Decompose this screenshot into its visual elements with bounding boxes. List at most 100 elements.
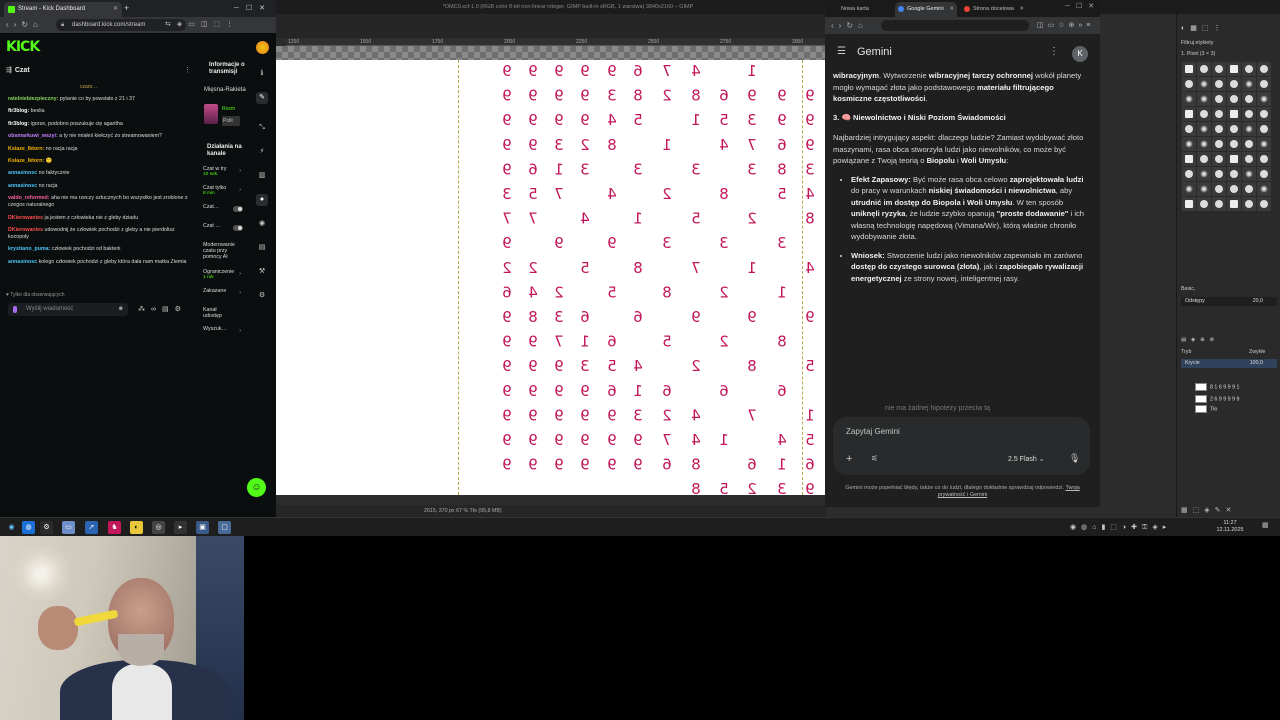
brush-swatch[interactable] xyxy=(1182,197,1196,211)
extension-icons[interactable]: ⇆◈▭◫⬚⋮ xyxy=(165,19,239,31)
image-canvas[interactable]: 9999967419999382869999999451539999328147… xyxy=(276,60,826,495)
brush-swatch[interactable] xyxy=(1212,62,1226,76)
chat-username[interactable]: DKierowanies xyxy=(8,227,43,233)
chat-username[interactable]: obsmarkuwi_wszyi: xyxy=(8,133,58,139)
new-tab-button[interactable]: + xyxy=(124,2,129,15)
tools-icon[interactable]: ⚟ xyxy=(871,454,878,463)
chat-more-icon[interactable]: ⋮ xyxy=(184,66,191,74)
app-icon[interactable]: ◐ xyxy=(130,521,143,534)
brush-swatch[interactable] xyxy=(1197,137,1211,151)
model-selector[interactable]: 2.5 Flash ⌄ xyxy=(1008,455,1045,463)
menu-icon[interactable]: ☰ xyxy=(837,46,846,57)
brush-swatch[interactable] xyxy=(1227,197,1241,211)
brush-swatch[interactable] xyxy=(1227,92,1241,106)
tab-landing[interactable]: Strona docelowa ✕ xyxy=(961,2,1027,17)
window-controls[interactable]: ─☐✕ xyxy=(234,2,272,15)
dock-bottom-icons[interactable]: ▦⬚◈✎✕ xyxy=(1181,506,1236,514)
brush-swatch[interactable] xyxy=(1227,182,1241,196)
brush-swatch[interactable] xyxy=(1182,137,1196,151)
file-manager-icon[interactable]: ▭ xyxy=(62,521,75,534)
channel-action[interactable]: Moderowanie czatu przy pomocy AI xyxy=(203,242,247,264)
gimp-icon[interactable]: ♞ xyxy=(108,521,121,534)
channel-action[interactable]: Zakazane › xyxy=(203,288,247,302)
window-icon[interactable]: ▢ xyxy=(218,521,231,534)
expand-icon[interactable]: ⤡ xyxy=(256,122,268,134)
brush-swatch[interactable] xyxy=(1197,62,1211,76)
channel-action[interactable]: Kanał udostęp xyxy=(203,307,247,321)
clock[interactable]: 11:27 12.11.2025 xyxy=(1210,520,1250,534)
brush-swatch[interactable] xyxy=(1257,62,1271,76)
chat-tool-icons[interactable]: ⁂∞▤⚙ xyxy=(138,303,187,316)
channel-action[interactable]: Czat tylko 8 min › xyxy=(203,185,247,199)
brush-swatch[interactable] xyxy=(1212,182,1226,196)
brush-swatch[interactable] xyxy=(1257,197,1271,211)
close-tab-icon[interactable]: ✕ xyxy=(949,2,954,17)
account-avatar[interactable]: K xyxy=(1072,46,1088,62)
brush-swatch[interactable] xyxy=(1257,122,1271,136)
user-avatar[interactable] xyxy=(256,41,269,54)
show-desktop-icon[interactable]: ▦ xyxy=(1262,521,1269,529)
chat-username[interactable]: fir3blog: xyxy=(8,121,29,127)
brush-swatch[interactable] xyxy=(1242,62,1256,76)
brush-swatch[interactable] xyxy=(1257,167,1271,181)
brush-swatch[interactable] xyxy=(1227,62,1241,76)
terminal-icon[interactable]: ▸ xyxy=(174,521,187,534)
chrome-url-field[interactable] xyxy=(881,20,1029,31)
brush-swatch[interactable] xyxy=(1212,152,1226,166)
add-icon[interactable]: + xyxy=(846,453,852,465)
brush-swatch[interactable] xyxy=(1197,167,1211,181)
edit-icon[interactable]: ✎ xyxy=(256,92,268,104)
stream-thumbnail[interactable] xyxy=(204,104,218,124)
chat-username[interactable]: fir3blog: xyxy=(8,108,29,114)
broadcast-icon[interactable]: ◉ xyxy=(256,218,268,230)
kick-tab[interactable]: Stream - Kick Dashboard ✕ xyxy=(4,2,122,17)
brush-swatch[interactable] xyxy=(1242,182,1256,196)
spacing-field[interactable]: Odstępy 20,0 xyxy=(1181,297,1277,306)
channel-action[interactable]: Czat … xyxy=(203,223,247,237)
brush-swatch[interactable] xyxy=(1227,152,1241,166)
chat-username[interactable]: DKierowanies xyxy=(8,215,43,221)
channel-action[interactable]: Czat… xyxy=(203,204,247,218)
brush-swatch[interactable] xyxy=(1242,152,1256,166)
chat-bubble-icon[interactable]: ● xyxy=(256,194,268,206)
mode-value[interactable]: Zwykłe xyxy=(1249,349,1265,355)
brush-swatch[interactable] xyxy=(1182,167,1196,181)
brush-swatch[interactable] xyxy=(1182,92,1196,106)
chat-username[interactable]: Ksiaze_Iktorn: xyxy=(8,146,44,152)
start-menu-icon[interactable]: ◉ xyxy=(5,521,18,534)
nav-buttons[interactable]: ‹›↻⌂ xyxy=(6,19,43,31)
toggle-switch[interactable] xyxy=(233,206,243,212)
brush-swatch[interactable] xyxy=(1227,167,1241,181)
chat-username[interactable]: annasinosc xyxy=(8,183,37,189)
nav-buttons[interactable]: ‹›↻⌂ xyxy=(831,20,868,31)
brush-swatch[interactable] xyxy=(1257,137,1271,151)
brush-swatch[interactable] xyxy=(1212,167,1226,181)
brush-swatch[interactable] xyxy=(1182,77,1196,91)
brush-swatch[interactable] xyxy=(1257,152,1271,166)
kick-logo[interactable]: KICK xyxy=(6,39,40,55)
brush-swatch[interactable] xyxy=(1242,137,1256,151)
brush-swatch[interactable] xyxy=(1212,107,1226,121)
brush-swatch[interactable] xyxy=(1182,152,1196,166)
close-tab-icon[interactable]: ✕ xyxy=(113,2,118,17)
brush-filter[interactable]: Filtruj etykiety xyxy=(1181,40,1213,46)
brush-swatch[interactable] xyxy=(1197,107,1211,121)
channel-action[interactable]: Wyszuk… › xyxy=(203,326,247,340)
brush-grid[interactable] xyxy=(1182,62,1274,212)
brush-swatch[interactable] xyxy=(1197,92,1211,106)
extension-icons[interactable]: ◫▭☆⊕»≡ xyxy=(1037,20,1094,31)
channel-action[interactable]: Ograniczenie 1 rok › xyxy=(203,269,247,283)
brush-swatch[interactable] xyxy=(1242,122,1256,136)
obs-icon[interactable]: ◎ xyxy=(152,521,165,534)
chat-username[interactable]: krystiano_puma: xyxy=(8,246,50,252)
chat-username[interactable]: Ksiaze_Iktorn: xyxy=(8,158,44,164)
brush-swatch[interactable] xyxy=(1197,77,1211,91)
tab-gemini[interactable]: Google Gemini ✕ xyxy=(895,2,957,17)
brush-swatch[interactable] xyxy=(1197,182,1211,196)
chat-username[interactable]: annasinosc xyxy=(8,259,37,265)
brush-swatch[interactable] xyxy=(1212,122,1226,136)
brush-swatch[interactable] xyxy=(1182,122,1196,136)
brush-swatch[interactable] xyxy=(1212,137,1226,151)
more-options-icon[interactable]: ⋮ xyxy=(1049,46,1059,57)
tools-icon[interactable]: ⚒ xyxy=(256,266,268,278)
